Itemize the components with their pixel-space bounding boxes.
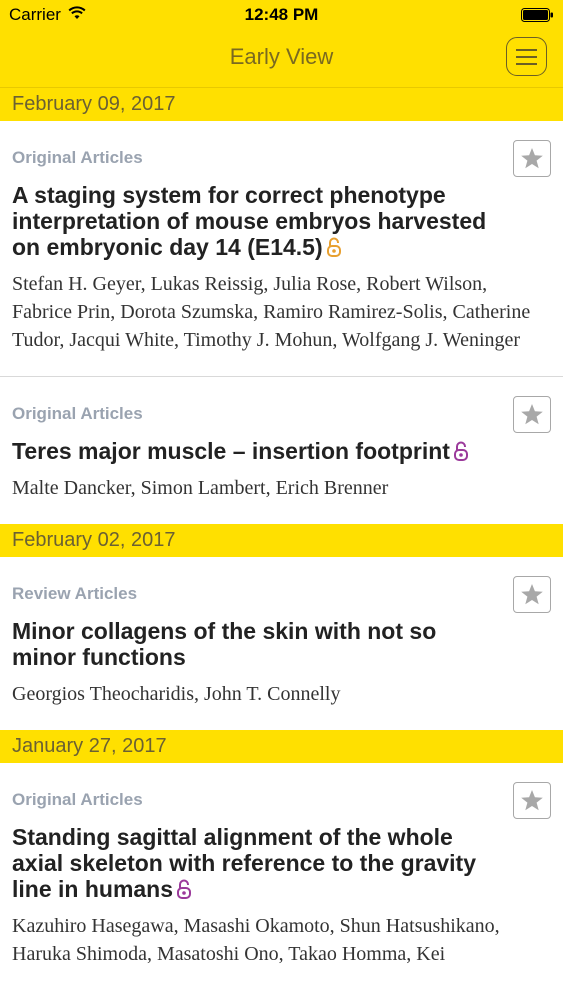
star-icon: [521, 404, 543, 425]
article-category: Original Articles: [12, 148, 143, 167]
article-authors: Georgios Theocharidis, John T. Connelly: [12, 683, 341, 705]
menu-line-icon: [516, 63, 537, 65]
article-title[interactable]: Teres major muscle – insertion footprint: [12, 438, 551, 464]
article-title-text: Minor collagens of the skin with not so …: [12, 618, 437, 670]
status-bar: Carrier 12:48 PM: [0, 0, 563, 30]
article-list[interactable]: February 09, 2017 Original Articles A st…: [0, 88, 563, 990]
article-item[interactable]: Original Articles Teres major muscle – i…: [0, 377, 563, 524]
article-title[interactable]: Standing sagittal alignment of the whole…: [12, 824, 551, 902]
date-section-header: January 27, 2017: [0, 730, 563, 763]
article-title-text: Teres major muscle – insertion footprint: [12, 438, 450, 464]
article-item[interactable]: Review Articles Minor collagens of the s…: [0, 557, 563, 730]
favorite-star-button[interactable]: [513, 576, 551, 613]
menu-button[interactable]: [506, 37, 547, 76]
favorite-star-button[interactable]: [513, 396, 551, 433]
article-category: Original Articles: [12, 790, 143, 809]
favorite-star-button[interactable]: [513, 140, 551, 177]
article-item[interactable]: Original Articles A staging system for c…: [0, 121, 563, 377]
menu-line-icon: [516, 56, 537, 58]
star-icon: [521, 148, 543, 169]
article-title-text: Standing sagittal alignment of the whole…: [12, 824, 476, 902]
app-screen: Carrier 12:48 PM Early View February 09,…: [0, 0, 563, 1000]
open-access-lock-icon: [177, 879, 192, 899]
article-title[interactable]: A staging system for correct phenotype i…: [12, 182, 551, 260]
battery-icon: [521, 8, 553, 22]
article-category: Review Articles: [12, 584, 138, 603]
open-access-lock-icon: [326, 237, 341, 257]
article-item[interactable]: Original Articles Standing sagittal alig…: [0, 763, 563, 990]
date-section-header: February 02, 2017: [0, 524, 563, 557]
article-authors: Malte Dancker, Simon Lambert, Erich Bren…: [12, 477, 389, 499]
top-bar: Carrier 12:48 PM Early View: [0, 0, 563, 88]
open-access-lock-icon: [453, 441, 468, 461]
star-icon: [521, 584, 543, 605]
article-authors: Stefan H. Geyer, Lukas Reissig, Julia Ro…: [12, 273, 531, 351]
favorite-star-button[interactable]: [513, 782, 551, 819]
clock-time: 12:48 PM: [244, 5, 319, 24]
article-title-text: A staging system for correct phenotype i…: [12, 182, 487, 260]
date-section-header: February 09, 2017: [0, 88, 563, 121]
star-icon: [521, 790, 543, 811]
article-category: Original Articles: [12, 404, 143, 423]
article-authors: Kazuhiro Hasegawa, Masashi Okamoto, Shun…: [12, 915, 500, 965]
page-title: Early View: [229, 44, 334, 69]
article-title[interactable]: Minor collagens of the skin with not so …: [12, 618, 551, 670]
menu-line-icon: [516, 49, 537, 51]
